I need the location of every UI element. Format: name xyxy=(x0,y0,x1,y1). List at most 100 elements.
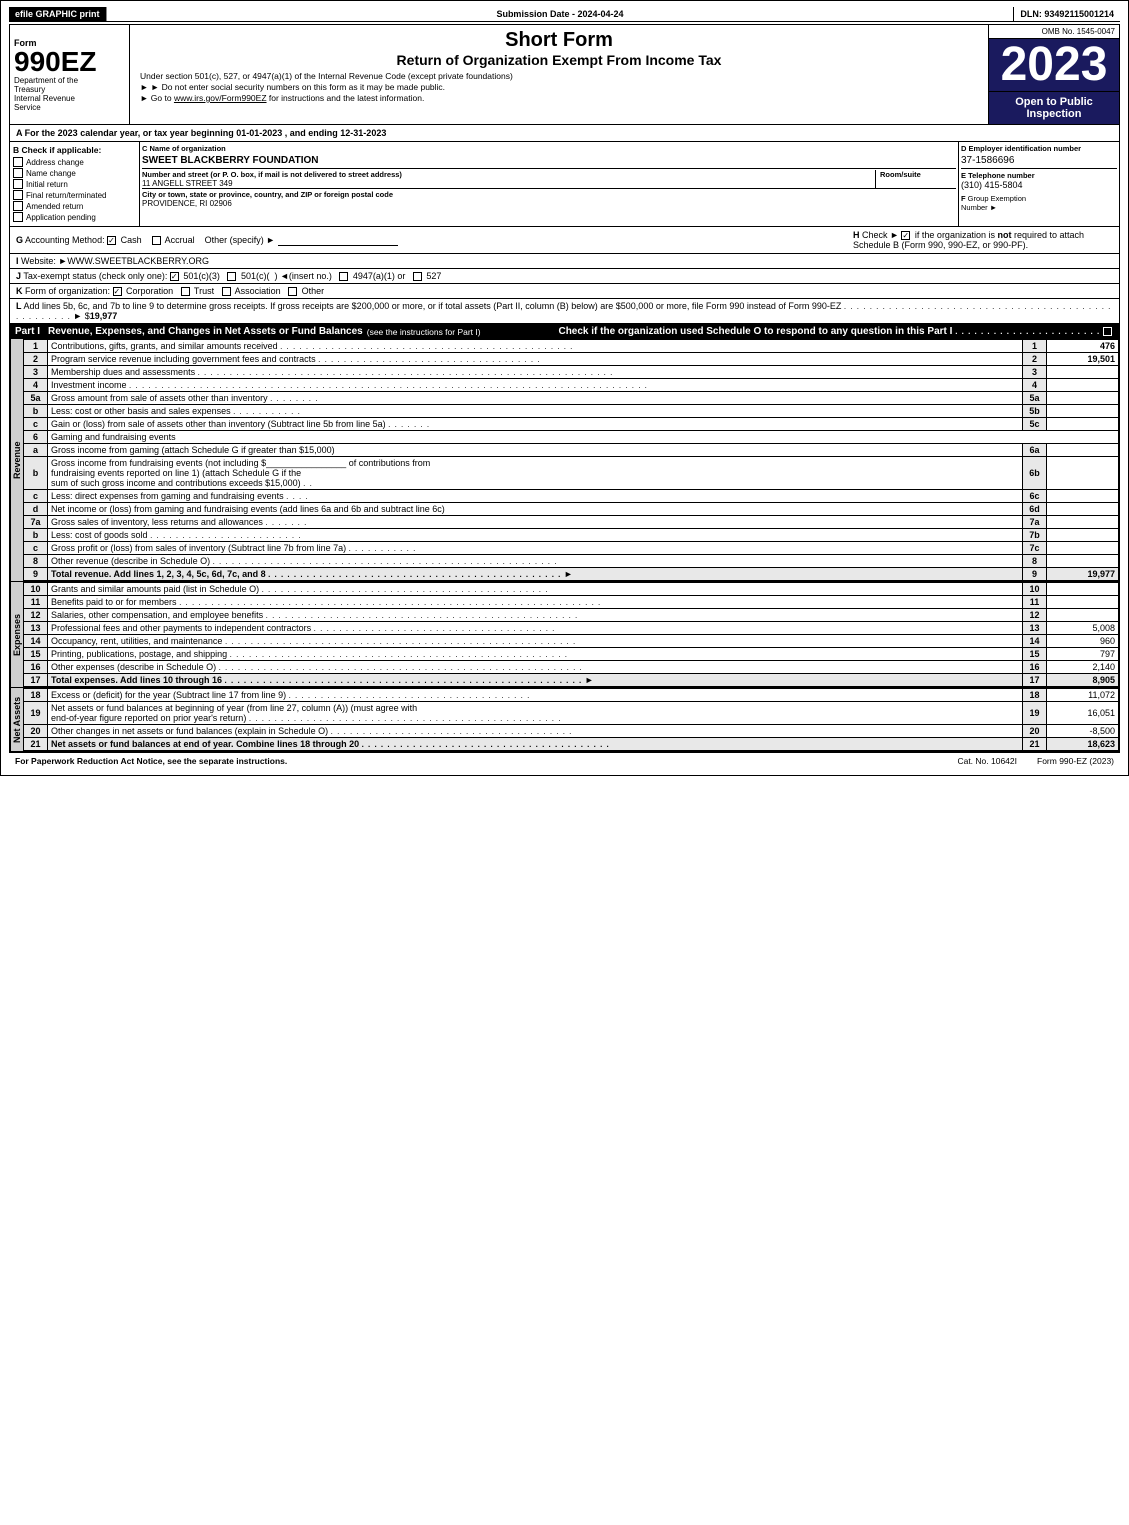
row-desc-15: Printing, publications, postage, and shi… xyxy=(48,648,1023,661)
phone-value: (310) 415-5804 xyxy=(961,180,1117,190)
section-k: K Form of organization: Corporation Trus… xyxy=(9,284,1120,299)
table-row: 13 Professional fees and other payments … xyxy=(24,622,1119,635)
checkbox-cash xyxy=(107,236,116,245)
row-val-7b xyxy=(1047,529,1119,542)
row-num-5c: c xyxy=(24,418,48,431)
section-b: B Check if applicable: Address change Na… xyxy=(10,142,140,226)
section-j: J Tax-exempt status (check only one): 50… xyxy=(9,269,1120,284)
row-val-14: 960 xyxy=(1047,635,1119,648)
dln-number: DLN: 93492115001214 xyxy=(1014,7,1120,21)
row-desc-7a: Gross sales of inventory, less returns a… xyxy=(48,516,1023,529)
revenue-table: 1 Contributions, gifts, grants, and simi… xyxy=(23,339,1119,581)
row-num-16: 16 xyxy=(24,661,48,674)
row-line-10: 10 xyxy=(1023,583,1047,596)
row-desc-6a: Gross income from gaming (attach Schedul… xyxy=(48,444,1023,457)
section-c: C Name of organization SWEET BLACKBERRY … xyxy=(140,142,959,226)
form-instructions: Under section 501(c), 527, or 4947(a)(1)… xyxy=(140,71,978,103)
phone-label: E Telephone number xyxy=(961,171,1117,180)
checkbox-trust xyxy=(181,287,190,296)
checkbox-corp xyxy=(113,287,122,296)
row-line-1: 1 xyxy=(1023,340,1047,353)
main-header: Form 990EZ Department of the Treasury In… xyxy=(9,24,1120,125)
fgroup: F Group ExemptionNumber ► xyxy=(961,194,1117,212)
row-desc-13: Professional fees and other payments to … xyxy=(48,622,1023,635)
table-row: 9 Total revenue. Add lines 1, 2, 3, 4, 5… xyxy=(24,568,1119,581)
table-row: 21 Net assets or fund balances at end of… xyxy=(24,738,1119,751)
checkbox-final-return xyxy=(13,190,23,200)
row-subnum-6c: 6c xyxy=(1023,490,1047,503)
revenue-section: Revenue 1 Contributions, gifts, grants, … xyxy=(9,339,1120,582)
section-g: G Accounting Method: Cash Accrual Other … xyxy=(16,235,853,246)
row-num-10: 10 xyxy=(24,583,48,596)
row-desc-6b: Gross income from fundraising events (no… xyxy=(48,457,1023,490)
row-num-2: 2 xyxy=(24,353,48,366)
row-num-14: 14 xyxy=(24,635,48,648)
row-val-12 xyxy=(1047,609,1119,622)
form-title-main: Short Form xyxy=(140,29,978,52)
row-val-1: 476 xyxy=(1047,340,1119,353)
row-desc-17: Total expenses. Add lines 10 through 16 … xyxy=(48,674,1023,687)
table-row: b Less: cost or other basis and sales ex… xyxy=(24,405,1119,418)
table-row: 10 Grants and similar amounts paid (list… xyxy=(24,583,1119,596)
section-c-header: C Name of organization xyxy=(142,144,956,153)
row-val-7c xyxy=(1047,542,1119,555)
section-b-label: B Check if applicable: xyxy=(13,145,136,155)
table-row: 3 Membership dues and assessments . . . … xyxy=(24,366,1119,379)
checkbox-assoc xyxy=(222,287,231,296)
row-val-6c xyxy=(1047,490,1119,503)
section-h: H Check ► if the organization is not req… xyxy=(853,230,1113,250)
footer: For Paperwork Reduction Act Notice, see … xyxy=(9,752,1120,769)
form-right-panel: OMB No. 1545-0047 2023 Open to Public In… xyxy=(989,25,1119,124)
section-l-value: 19,977 xyxy=(90,311,118,321)
expenses-table: 10 Grants and similar amounts paid (list… xyxy=(23,582,1119,687)
row-num-6: 6 xyxy=(24,431,48,444)
row-val-5b xyxy=(1047,405,1119,418)
row-line-4: 4 xyxy=(1023,379,1047,392)
row-line-16: 16 xyxy=(1023,661,1047,674)
row-val-6b xyxy=(1047,457,1119,490)
part1-title: Revenue, Expenses, and Changes in Net As… xyxy=(48,326,363,337)
table-row: a Gross income from gaming (attach Sched… xyxy=(24,444,1119,457)
row-desc-16: Other expenses (describe in Schedule O) … xyxy=(48,661,1023,674)
table-row: 15 Printing, publications, postage, and … xyxy=(24,648,1119,661)
form-left-panel: Form 990EZ Department of the Treasury In… xyxy=(10,25,130,124)
row-desc-10: Grants and similar amounts paid (list in… xyxy=(48,583,1023,596)
checkbox-527 xyxy=(413,272,422,281)
checkbox-name-change xyxy=(13,168,23,178)
footer-right-text: Form 990-EZ (2023) xyxy=(1037,756,1114,766)
address-row: Number and street (or P. O. box, if mail… xyxy=(142,170,956,189)
row-num-3: 3 xyxy=(24,366,48,379)
table-row: 19 Net assets or fund balances at beginn… xyxy=(24,702,1119,725)
row-subnum-6a: 6a xyxy=(1023,444,1047,457)
row-desc-6d: Net income or (loss) from gaming and fun… xyxy=(48,503,1023,516)
row-num-21: 21 xyxy=(24,738,48,751)
row-line-12: 12 xyxy=(1023,609,1047,622)
row-val-4 xyxy=(1047,379,1119,392)
header-top-bar: efile GRAPHIC print Submission Date - 20… xyxy=(9,7,1120,22)
part1-label: Part I xyxy=(15,326,40,337)
row-val-6a xyxy=(1047,444,1119,457)
checkbox-part1-sched-o xyxy=(1103,327,1112,336)
row-val-20: -8,500 xyxy=(1047,725,1119,738)
table-row: 17 Total expenses. Add lines 10 through … xyxy=(24,674,1119,687)
website-url: WWW.SWEETBLACKBERRY.ORG xyxy=(67,256,209,266)
checkbox-initial-return xyxy=(13,179,23,189)
row-num-7a: 7a xyxy=(24,516,48,529)
row-desc-7c: Gross profit or (loss) from sales of inv… xyxy=(48,542,1023,555)
row-val-17: 8,905 xyxy=(1047,674,1119,687)
row-desc-4: Investment income . . . . . . . . . . . … xyxy=(48,379,1023,392)
table-row: d Net income or (loss) from gaming and f… xyxy=(24,503,1119,516)
check-amended-return: Amended return xyxy=(13,201,136,211)
org-name: SWEET BLACKBERRY FOUNDATION xyxy=(142,153,956,169)
address-room: Room/suite xyxy=(876,170,956,188)
checkbox-501c3 xyxy=(170,272,179,281)
table-row: 11 Benefits paid to or for members . . .… xyxy=(24,596,1119,609)
omb-number: OMB No. 1545-0047 xyxy=(989,25,1119,39)
table-row: 6 Gaming and fundraising events xyxy=(24,431,1119,444)
submission-date: Submission Date - 2024-04-24 xyxy=(107,7,1015,21)
row-num-12: 12 xyxy=(24,609,48,622)
row-num-6c: c xyxy=(24,490,48,503)
row-desc-6: Gaming and fundraising events xyxy=(48,431,1119,444)
ein-value: 37-1586696 xyxy=(961,153,1117,169)
row-desc-20: Other changes in net assets or fund bala… xyxy=(48,725,1023,738)
